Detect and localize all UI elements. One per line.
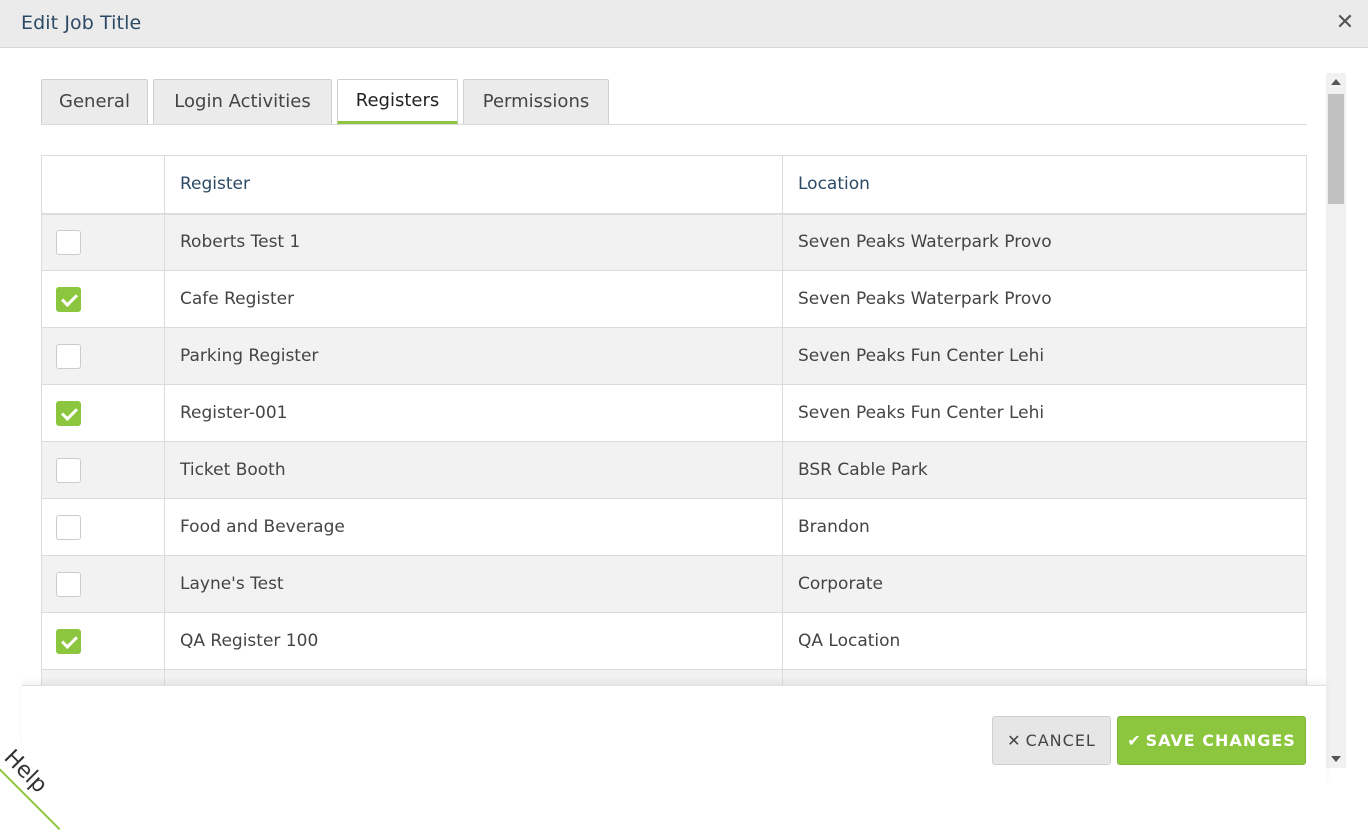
row-select-cell — [41, 270, 165, 328]
close-icon[interactable]: ✕ — [1334, 10, 1356, 36]
header-select — [41, 155, 165, 215]
row-select-cell — [41, 441, 165, 499]
row-checkbox[interactable] — [56, 628, 81, 654]
modal-header: Edit Job Title ✕ — [0, 0, 1368, 48]
location-cell: Brandon — [782, 498, 1307, 556]
row-select-cell — [41, 384, 165, 442]
location-cell — [782, 669, 1307, 685]
table-row — [41, 669, 1307, 685]
header-register: Register — [164, 155, 783, 215]
register-name-cell: Food and Beverage — [164, 498, 783, 556]
register-name-cell: Register-001 — [164, 384, 783, 442]
register-name-cell — [164, 669, 783, 685]
save-label: SAVE CHANGES — [1145, 731, 1296, 750]
modal-footer: ✕ CANCEL ✔ SAVE CHANGES — [22, 685, 1326, 787]
register-name-cell: Cafe Register — [164, 270, 783, 328]
table-row: Cafe Register Seven Peaks Waterpark Provo — [41, 270, 1307, 328]
header-location: Location — [782, 155, 1307, 215]
row-select-cell — [41, 327, 165, 385]
modal-title: Edit Job Title — [21, 12, 142, 34]
row-select-cell — [41, 213, 165, 271]
row-checkbox[interactable] — [56, 343, 81, 369]
row-checkbox[interactable] — [56, 514, 81, 540]
table-row: Parking Register Seven Peaks Fun Center L… — [41, 327, 1307, 385]
table-row: Register-001 Seven Peaks Fun Center Lehi — [41, 384, 1307, 442]
tab-permissions[interactable]: Permissions — [463, 79, 609, 124]
row-select-cell — [41, 669, 165, 685]
row-checkbox[interactable] — [56, 571, 81, 597]
table-row: Layne's Test Corporate — [41, 555, 1307, 613]
edit-job-title-modal: Edit Job Title ✕ General Login Activitie… — [0, 0, 1368, 830]
register-name-cell: Roberts Test 1 — [164, 213, 783, 271]
row-select-cell — [41, 612, 165, 670]
register-name-cell: Layne's Test — [164, 555, 783, 613]
register-name-cell: Parking Register — [164, 327, 783, 385]
cancel-label: CANCEL — [1025, 731, 1096, 750]
row-checkbox[interactable] — [56, 457, 81, 483]
checkmark-icon: ✔ — [1127, 731, 1142, 750]
row-checkbox[interactable] — [56, 400, 81, 426]
register-name-cell: Ticket Booth — [164, 441, 783, 499]
row-select-cell — [41, 498, 165, 556]
scroll-up-arrow-icon[interactable] — [1331, 79, 1341, 85]
location-cell: Seven Peaks Waterpark Provo — [782, 270, 1307, 328]
table-header-row: Register Location — [41, 155, 1307, 215]
table-row: QA Register 100 QA Location — [41, 612, 1307, 670]
table-row: Ticket Booth BSR Cable Park — [41, 441, 1307, 499]
row-checkbox[interactable] — [56, 286, 81, 312]
location-cell: BSR Cable Park — [782, 441, 1307, 499]
cancel-button[interactable]: ✕ CANCEL — [992, 716, 1111, 765]
table-row: Roberts Test 1 Seven Peaks Waterpark Prov… — [41, 213, 1307, 271]
tab-bar: General Login Activities Registers Permi… — [41, 79, 1307, 125]
scroll-thumb[interactable] — [1328, 94, 1344, 204]
vertical-scrollbar[interactable] — [1326, 73, 1346, 768]
x-icon: ✕ — [1007, 731, 1022, 750]
tab-login-activities[interactable]: Login Activities — [153, 79, 332, 124]
save-changes-button[interactable]: ✔ SAVE CHANGES — [1117, 716, 1306, 765]
scroll-down-arrow-icon[interactable] — [1331, 756, 1341, 762]
tab-registers[interactable]: Registers — [337, 79, 458, 124]
row-checkbox[interactable] — [56, 229, 81, 255]
table-row: Food and Beverage Brandon — [41, 498, 1307, 556]
location-cell: Seven Peaks Fun Center Lehi — [782, 327, 1307, 385]
location-cell: Seven Peaks Waterpark Provo — [782, 213, 1307, 271]
tab-general[interactable]: General — [41, 79, 148, 124]
registers-table: Register Location Roberts Test 1 Seven Pe… — [41, 155, 1307, 685]
location-cell: QA Location — [782, 612, 1307, 670]
row-select-cell — [41, 555, 165, 613]
modal-body: General Login Activities Registers Permi… — [0, 49, 1326, 685]
register-name-cell: QA Register 100 — [164, 612, 783, 670]
location-cell: Corporate — [782, 555, 1307, 613]
location-cell: Seven Peaks Fun Center Lehi — [782, 384, 1307, 442]
